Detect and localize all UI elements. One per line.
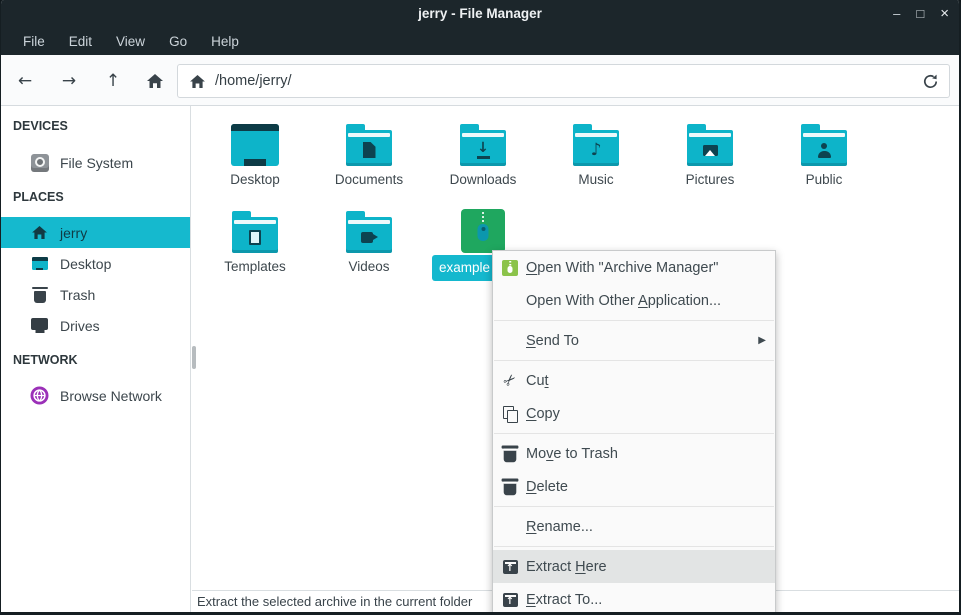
sidebar-header-places: PLACES (13, 190, 64, 204)
home-icon (30, 226, 49, 239)
menu-item-send-to[interactable]: Send To ▶ (493, 324, 775, 357)
folder-pictures-icon (687, 124, 733, 166)
titlebar[interactable]: jerry - File Manager – □ × (1, 0, 959, 28)
menu-item-rename[interactable]: Rename... (493, 510, 775, 543)
sidebar-header-network: NETWORK (13, 353, 78, 367)
menu-go[interactable]: Go (157, 28, 199, 55)
sidebar-item-trash[interactable]: Trash (1, 279, 190, 310)
maximize-button[interactable]: □ (916, 0, 924, 28)
menu-item-copy[interactable]: Copy (493, 397, 775, 430)
menu-help[interactable]: Help (199, 28, 251, 55)
file-music[interactable]: ♪ Music (540, 116, 652, 187)
back-icon: ← (18, 71, 32, 91)
menu-file[interactable]: File (11, 28, 57, 55)
file-videos[interactable]: Videos (313, 203, 425, 274)
desktop-icon (231, 124, 279, 166)
file-downloads[interactable]: ↓ Downloads (427, 116, 539, 187)
menu-item-cut[interactable]: ✂ Cut (493, 364, 775, 397)
desktop-icon (30, 257, 49, 270)
window-title: jerry - File Manager (1, 0, 959, 28)
file-desktop[interactable]: Desktop (199, 116, 311, 187)
trash-icon (30, 287, 49, 303)
status-text: Extract the selected archive in the curr… (197, 594, 472, 609)
up-icon: ↑ (106, 71, 120, 91)
menu-separator (494, 546, 774, 547)
extract-icon: ↑ (502, 592, 518, 608)
home-icon (147, 74, 163, 88)
file-pictures[interactable]: Pictures (654, 116, 766, 187)
sidebar: DEVICES File System PLACES jerry Desktop… (1, 106, 191, 612)
menu-item-open-with-other-application[interactable]: Open With Other Application... (493, 284, 775, 317)
forward-button[interactable]: → (51, 63, 87, 98)
folder-downloads-icon: ↓ (460, 124, 506, 166)
path-text[interactable]: /home/jerry/ (215, 73, 292, 89)
drives-icon (30, 318, 49, 333)
menu-separator (494, 433, 774, 434)
folder-videos-icon (346, 211, 392, 253)
drive-icon (30, 154, 49, 172)
back-button[interactable]: ← (7, 63, 43, 98)
menubar: File Edit View Go Help (1, 28, 959, 55)
folder-documents-icon (346, 124, 392, 166)
folder-music-icon: ♪ (573, 124, 619, 166)
folder-public-icon (801, 124, 847, 166)
trash-icon (502, 479, 518, 495)
menu-edit[interactable]: Edit (57, 28, 104, 55)
reload-button[interactable] (922, 73, 939, 90)
menu-item-move-to-trash[interactable]: Move to Trash (493, 437, 775, 470)
up-button[interactable]: ↑ (95, 63, 131, 98)
archive-manager-icon (502, 260, 518, 276)
file-manager-window: jerry - File Manager – □ × File Edit Vie… (0, 0, 961, 615)
network-globe-icon (30, 386, 49, 405)
path-bar[interactable]: /home/jerry/ (177, 64, 950, 98)
reload-icon (922, 73, 939, 90)
context-menu: Open With "Archive Manager" Open With Ot… (492, 250, 776, 615)
menu-separator (494, 360, 774, 361)
file-example-archive[interactable] (427, 203, 539, 253)
archive-icon (461, 209, 505, 253)
menu-view[interactable]: View (104, 28, 157, 55)
home-button[interactable] (137, 63, 173, 98)
sidebar-item-drives[interactable]: Drives (1, 310, 190, 341)
sidebar-item-jerry[interactable]: jerry (1, 217, 190, 248)
cut-icon: ✂ (502, 373, 518, 389)
extract-icon: ↑ (502, 559, 518, 575)
menu-item-open-with-archive-manager[interactable]: Open With "Archive Manager" (493, 251, 775, 284)
sidebar-item-browse-network[interactable]: Browse Network (1, 380, 190, 411)
close-button[interactable]: × (940, 0, 949, 28)
file-documents[interactable]: Documents (313, 116, 425, 187)
minimize-button[interactable]: – (893, 0, 900, 28)
home-icon (190, 75, 205, 88)
file-templates[interactable]: Templates (199, 203, 311, 274)
menu-item-extract-here[interactable]: ↑ Extract Here (493, 550, 775, 583)
forward-icon: → (62, 71, 76, 91)
menu-item-extract-to[interactable]: ↑ Extract To... (493, 583, 775, 615)
copy-icon (502, 406, 518, 422)
trash-icon (502, 446, 518, 462)
menu-separator (494, 320, 774, 321)
toolbar: ← → ↑ /home/jerry/ (1, 55, 959, 106)
sidebar-header-devices: DEVICES (13, 119, 68, 133)
folder-templates-icon (232, 211, 278, 253)
menu-item-delete[interactable]: Delete (493, 470, 775, 503)
sidebar-item-desktop[interactable]: Desktop (1, 248, 190, 279)
sidebar-item-file-system[interactable]: File System (1, 147, 190, 178)
scrollbar-thumb[interactable] (192, 346, 196, 369)
submenu-arrow-icon: ▶ (758, 335, 766, 346)
file-public[interactable]: Public (768, 116, 880, 187)
menu-separator (494, 506, 774, 507)
window-controls: – □ × (893, 0, 949, 28)
